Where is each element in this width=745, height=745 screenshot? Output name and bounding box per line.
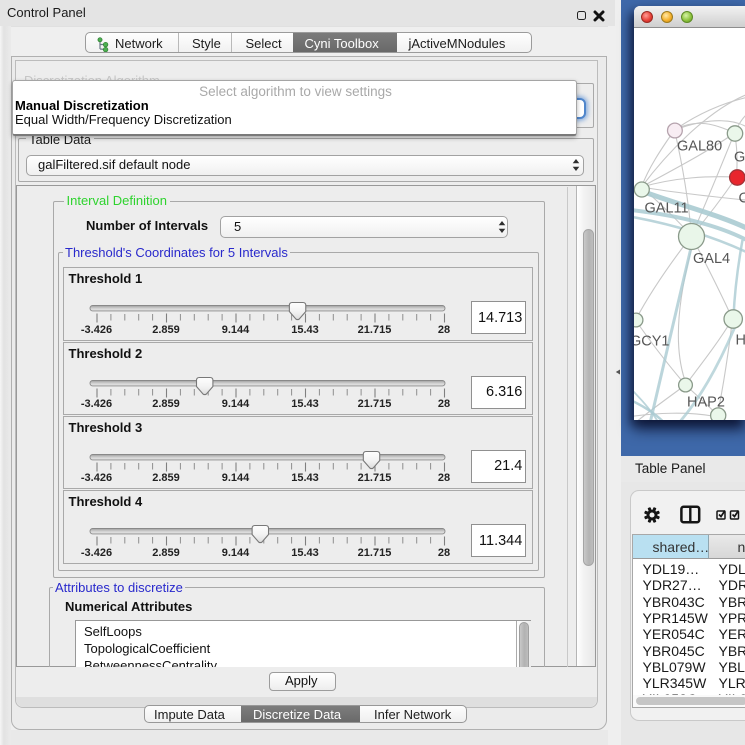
svg-text:C: C (738, 191, 745, 207)
svg-text:GCY1: GCY1 (634, 334, 670, 350)
svg-text:GAL80: GAL80 (677, 139, 722, 155)
svg-text:GAL11: GAL11 (644, 201, 688, 217)
svg-text:G.: G. (734, 150, 745, 166)
svg-text:GAL4: GAL4 (693, 251, 730, 267)
svg-text:H: H (735, 333, 745, 349)
svg-text:HAP2: HAP2 (687, 395, 725, 411)
